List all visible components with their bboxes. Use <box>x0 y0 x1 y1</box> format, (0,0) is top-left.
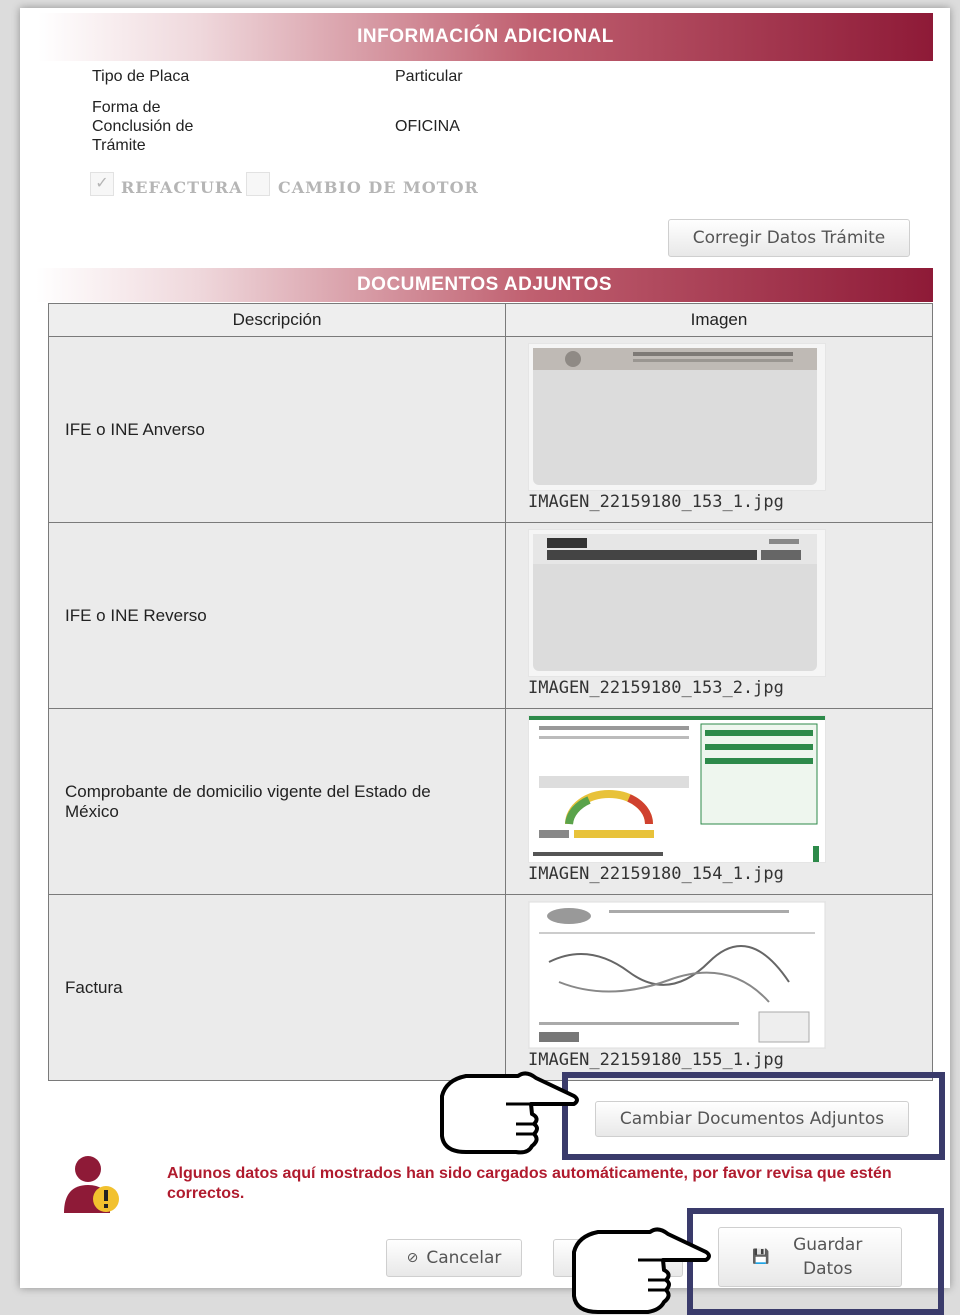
auto-loaded-warning: Algunos datos aquí mostrados han sido ca… <box>167 1165 892 1202</box>
attachments-header: DOCUMENTOS ADJUNTOS <box>36 268 933 302</box>
fix-procedure-data-button[interactable]: Corregir Datos Trámite <box>668 219 910 257</box>
id-back-thumbnail[interactable] <box>528 529 826 677</box>
engine-change-checkbox[interactable] <box>246 172 270 196</box>
description-text: IFE o INE Anverso <box>65 419 205 439</box>
table-row: IFE o INE Reverso IMAGEN_22159180_153_2.… <box>48 522 933 709</box>
id-front-thumbnail[interactable] <box>528 343 826 491</box>
additional-info-header: INFORMACIÓN ADICIONAL <box>38 13 933 61</box>
pointing-hand-icon <box>440 1071 579 1155</box>
refactura-label: REFACTURA <box>121 178 243 197</box>
row-image: IMAGEN_22159180_153_1.jpg <box>505 336 933 523</box>
column-image: Imagen <box>505 303 933 337</box>
image-filename[interactable]: IMAGEN_22159180_153_1.jpg <box>528 492 784 512</box>
utility-bill-graphic <box>529 716 825 862</box>
plate-type-label: Tipo de Placa <box>92 68 190 85</box>
engine-change-label: CAMBIO DE MOTOR <box>278 178 479 197</box>
conclusion-form-value: OFICINA <box>395 118 460 135</box>
row-description: IFE o INE Reverso <box>48 522 506 709</box>
invoice-graphic <box>529 902 825 1048</box>
invoice-thumbnail[interactable] <box>528 901 826 1049</box>
description-text: Factura <box>65 977 123 997</box>
attachments-table: Descripción Imagen IFE o INE Anverso IMA… <box>48 303 933 1081</box>
row-image: IMAGEN_22159180_155_1.jpg <box>505 894 933 1081</box>
id-header-strip <box>533 348 817 370</box>
additional-info-title: INFORMACIÓN ADICIONAL <box>357 26 614 47</box>
table-header-row: Descripción Imagen <box>48 303 933 337</box>
table-row: IFE o INE Anverso IMAGEN_22159180_153_1.… <box>48 336 933 523</box>
save-data-highlight <box>687 1208 944 1315</box>
refactura-checkbox[interactable]: ✓ <box>90 172 114 196</box>
cancel-button[interactable]: ⊘ Cancelar <box>386 1239 522 1277</box>
cancel-icon: ⊘ <box>406 1250 419 1266</box>
row-image: IMAGEN_22159180_153_2.jpg <box>505 522 933 709</box>
user-warning-icon <box>64 1156 119 1213</box>
table-row: Factura IMAGEN_22159180_155_1.jpg <box>48 894 933 1081</box>
description-text: IFE o INE Reverso <box>65 605 207 625</box>
change-attachments-highlight <box>562 1072 945 1160</box>
row-description: Comprobante de domicilio vigente del Est… <box>48 708 506 895</box>
column-description: Descripción <box>48 303 506 337</box>
fix-procedure-data-label: Corregir Datos Trámite <box>692 228 886 248</box>
image-filename[interactable]: IMAGEN_22159180_154_1.jpg <box>528 864 784 884</box>
pointing-hand-icon <box>572 1227 711 1314</box>
table-row: Comprobante de domicilio vigente del Est… <box>48 708 933 895</box>
conclusion-form-label: Forma de Conclusión de Trámite <box>92 99 194 154</box>
barcode-strip <box>533 534 817 564</box>
image-filename[interactable]: IMAGEN_22159180_153_2.jpg <box>528 678 784 698</box>
cancel-label: Cancelar <box>426 1248 502 1268</box>
description-text: Comprobante de domicilio vigente del Est… <box>65 781 431 821</box>
row-description: IFE o INE Anverso <box>48 336 506 523</box>
proof-of-address-thumbnail[interactable] <box>528 715 826 863</box>
check-icon: ✓ <box>95 175 109 192</box>
row-image: IMAGEN_22159180_154_1.jpg <box>505 708 933 895</box>
plate-type-value: Particular <box>395 68 463 85</box>
attachments-title: DOCUMENTOS ADJUNTOS <box>356 274 613 295</box>
row-description: Factura <box>48 894 506 1081</box>
